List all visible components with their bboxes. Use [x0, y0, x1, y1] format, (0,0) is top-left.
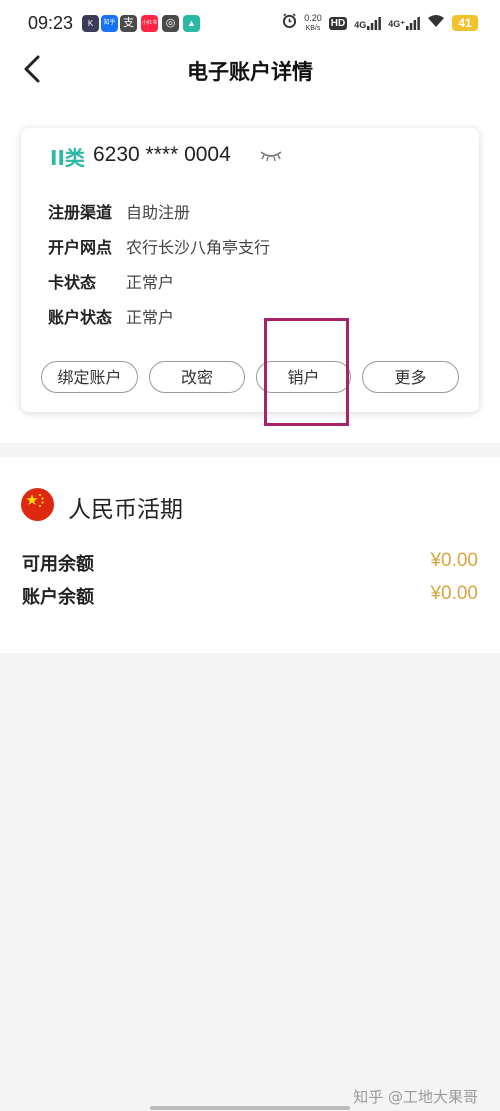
info-row-branch: 开户网点 农行长沙八角亭支行	[48, 234, 270, 258]
alarm-icon	[282, 13, 297, 33]
home-indicator[interactable]	[150, 1106, 350, 1110]
wifi-icon	[427, 14, 445, 33]
more-button[interactable]: 更多	[362, 361, 459, 393]
net-speed-unit: KB/s	[305, 24, 321, 32]
net-speed-value: 0.20	[304, 12, 322, 23]
signal-1-label: 4G	[354, 20, 367, 30]
highlight-box	[264, 318, 349, 426]
bind-account-button[interactable]: 绑定账户	[41, 361, 138, 393]
account-type-badge: II类	[50, 146, 85, 170]
info-label: 卡状态	[48, 273, 97, 292]
info-value: 农行长沙八角亭支行	[126, 238, 271, 257]
info-label: 开户网点	[48, 238, 113, 257]
available-balance-label: 可用余额	[22, 554, 94, 575]
china-flag-icon	[21, 488, 54, 521]
signal-2-label: 4G⁺	[388, 19, 405, 29]
kuaishou-app-icon: K	[82, 15, 99, 32]
signal-bars-icon	[367, 17, 382, 30]
page-title: 电子账户详情	[187, 61, 313, 84]
change-password-button[interactable]: 改密	[149, 361, 245, 393]
zhihu-app-icon: 知乎	[101, 15, 118, 32]
xiaohongshu-app-icon: 小红书	[141, 15, 158, 32]
info-value: 自助注册	[126, 203, 191, 222]
net-speed: 0.20 KB/s	[304, 12, 322, 33]
info-row-register-channel: 注册渠道 自助注册	[48, 199, 190, 223]
alipay-app-icon: 支	[120, 15, 137, 32]
bank-app-icon: ▲	[183, 15, 200, 32]
signal-2: 4G⁺	[388, 16, 420, 30]
eye-closed-icon[interactable]	[259, 148, 283, 162]
info-label: 注册渠道	[48, 203, 113, 222]
status-time: 09:23	[28, 13, 74, 33]
account-balance-value: ¥0.00	[430, 583, 478, 604]
weibo-app-icon: ◎	[162, 15, 179, 32]
info-row-account-status: 账户状态 正常户	[48, 304, 174, 328]
info-row-card-status: 卡状态 正常户	[48, 269, 174, 293]
account-card: II类 6230 **** 0004 注册渠道 自助注册 开户网点 农行长沙八角亭支…	[21, 128, 479, 412]
status-indicators: 0.20 KB/s HD 4G 4G⁺ 41	[282, 13, 478, 33]
info-value: 正常户	[126, 273, 175, 292]
signal-1: 4G	[354, 16, 382, 30]
watermark: 知乎 @工地大果哥	[353, 1088, 478, 1106]
status-bar: 09:23 K 知乎 支 小红书 ◎ ▲ 0.20 KB/s HD 4G 4G⁺…	[0, 0, 500, 48]
hd-badge: HD	[328, 16, 348, 30]
battery-indicator: 41	[452, 15, 478, 31]
available-balance-value: ¥0.00	[430, 550, 478, 571]
section-title: 人民币活期	[68, 497, 183, 523]
signal-bars-icon	[406, 17, 420, 30]
account-number: 6230 **** 0004	[93, 143, 231, 166]
info-label: 账户状态	[48, 308, 113, 327]
info-value: 正常户	[126, 308, 175, 327]
account-balance-label: 账户余额	[22, 587, 94, 608]
rmb-account-section: 人民币活期 可用余额 ¥0.00 账户余额 ¥0.00	[0, 457, 500, 653]
